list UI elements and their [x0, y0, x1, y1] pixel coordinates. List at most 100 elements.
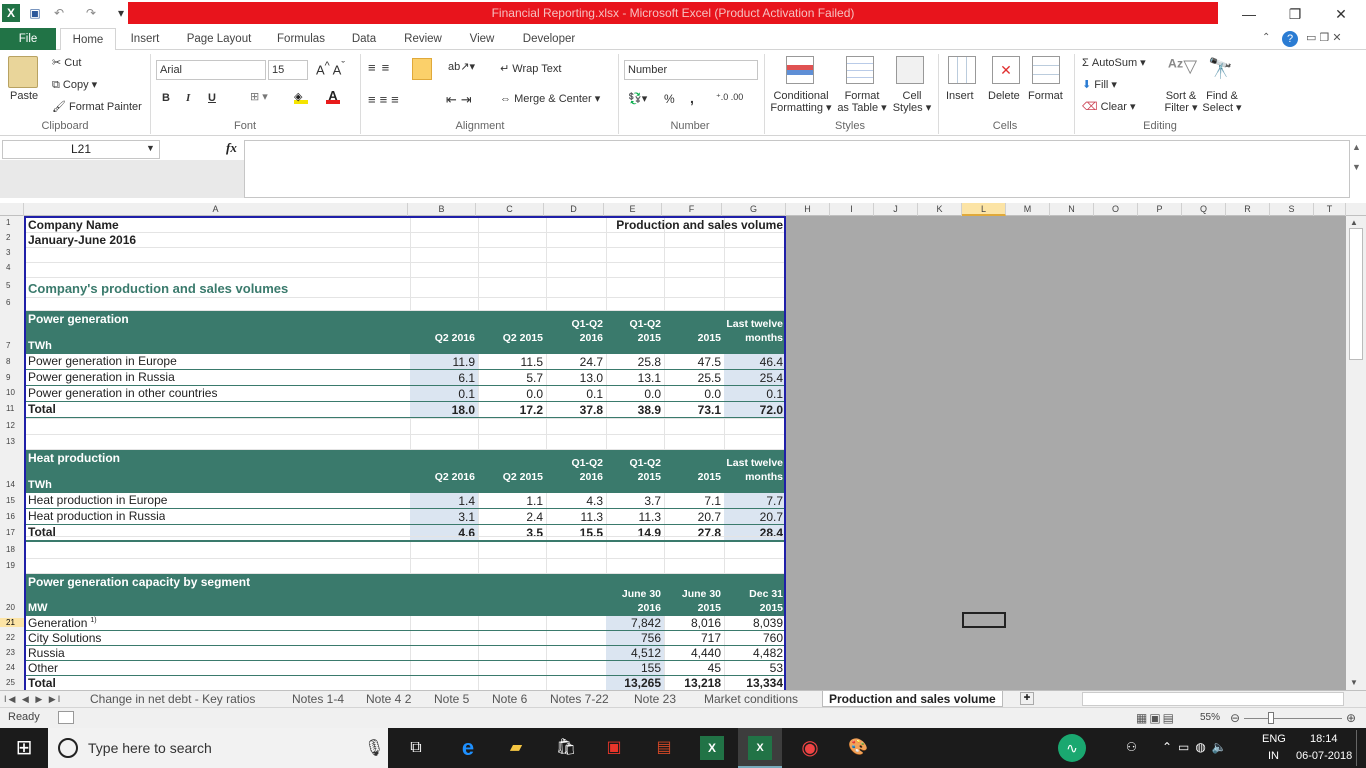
bold-button[interactable]: B — [162, 92, 170, 104]
heat-value[interactable]: 4.3 — [546, 493, 606, 509]
zoom-out-icon[interactable]: ⊖ — [1230, 711, 1240, 725]
bottom-align-icon[interactable] — [412, 58, 432, 80]
heat-total-value[interactable]: 27.8 — [664, 525, 724, 541]
macro-record-icon[interactable] — [58, 711, 74, 724]
sheet-tab[interactable]: Notes 1-4 — [292, 691, 344, 707]
heat-row-label[interactable]: Heat production in Russia — [26, 509, 165, 523]
mail-app-icon[interactable]: ▣ — [602, 736, 626, 760]
row-header-22[interactable]: 22 — [0, 633, 20, 642]
vertical-scrollbar[interactable]: ▲ ▼ — [1346, 216, 1366, 690]
capacity-row-label[interactable]: Other — [26, 661, 58, 675]
column-header-d[interactable]: D — [544, 203, 604, 216]
tab-developer[interactable]: Developer — [514, 28, 584, 50]
font-size-dropdown[interactable]: 15 — [268, 60, 308, 80]
tab-data[interactable]: Data — [344, 28, 384, 50]
undo-icon[interactable]: ↶ — [50, 4, 68, 22]
capacity-value[interactable]: 4,482 — [724, 646, 784, 661]
font-name-dropdown[interactable]: Arial — [156, 60, 266, 80]
capacity-value[interactable]: 756 — [606, 631, 664, 646]
insert-cells-icon[interactable] — [948, 56, 976, 84]
number-format-dropdown[interactable]: Number — [624, 60, 758, 80]
heat-value[interactable]: 11.3 — [546, 509, 606, 525]
formula-input[interactable] — [244, 140, 1350, 198]
people-icon[interactable]: ⚇ — [1126, 740, 1137, 754]
heat-row-label[interactable]: Heat production in Europe — [26, 493, 167, 507]
file-explorer-icon[interactable]: ▰ — [504, 736, 528, 760]
cut-button[interactable]: ✂ Cut — [52, 56, 81, 69]
italic-button[interactable]: I — [186, 92, 190, 104]
clock-date[interactable]: 06-07-2018 — [1296, 750, 1352, 762]
capacity-value[interactable]: 8,016 — [664, 616, 724, 631]
sheet-tab[interactable]: Note 6 — [492, 691, 527, 707]
language-indicator[interactable]: ENG — [1262, 733, 1286, 745]
borders-icon[interactable]: ⊞ ▾ — [250, 90, 268, 103]
workbook-window-controls-icon[interactable]: ▭ ❐ ✕ — [1306, 31, 1360, 44]
name-box[interactable]: L21 — [2, 140, 160, 159]
paste-button[interactable]: Paste — [10, 90, 38, 102]
column-header-t[interactable]: T — [1314, 203, 1346, 216]
power-value[interactable]: 0.1 — [546, 386, 606, 402]
delete-cells-icon[interactable]: ✕ — [992, 56, 1020, 84]
report-period[interactable]: January-June 2016 — [26, 233, 136, 247]
heat-total-value[interactable]: 3.5 — [478, 525, 546, 541]
row-header-24[interactable]: 24 — [0, 663, 20, 672]
heat-value[interactable]: 20.7 — [664, 509, 724, 525]
fill-color-icon[interactable]: ◈ — [294, 90, 308, 104]
font-color-icon[interactable]: A — [326, 88, 340, 104]
power-value[interactable]: 13.0 — [546, 370, 606, 386]
chrome-icon[interactable]: ◉ — [798, 736, 822, 760]
tab-view[interactable]: View — [460, 28, 504, 50]
capacity-value[interactable]: 4,440 — [664, 646, 724, 661]
clock-time[interactable]: 18:14 — [1310, 733, 1338, 745]
power-total-value[interactable]: 72.0 — [724, 402, 784, 418]
column-header-a[interactable]: A — [24, 203, 408, 216]
tab-insert[interactable]: Insert — [122, 28, 168, 50]
power-value[interactable]: 6.1 — [410, 370, 478, 386]
capacity-total-value[interactable]: 13,218 — [664, 676, 724, 690]
tab-review[interactable]: Review — [396, 28, 450, 50]
capacity-value[interactable]: 7,842 — [606, 616, 664, 631]
column-header-i[interactable]: I — [830, 203, 874, 216]
column-header-l[interactable]: L — [962, 203, 1006, 216]
power-value[interactable]: 0.1 — [410, 386, 478, 402]
zoom-in-icon[interactable]: ⊕ — [1346, 711, 1356, 725]
capacity-row-label[interactable]: Generation 1) — [26, 616, 97, 630]
accounting-format-icon[interactable]: 💱▾ — [628, 92, 647, 105]
column-header-q[interactable]: Q — [1182, 203, 1226, 216]
sheet-tab-active[interactable]: Production and sales volume — [822, 691, 1003, 707]
tab-home[interactable]: Home — [60, 28, 116, 51]
column-header-j[interactable]: J — [874, 203, 918, 216]
orientation-icon[interactable]: ab↗▾ — [448, 60, 475, 73]
excel-icon[interactable]: X — [700, 736, 724, 760]
power-value[interactable]: 5.7 — [478, 370, 546, 386]
row-header-19[interactable]: 19 — [0, 561, 20, 570]
redo-icon[interactable]: ↷ — [82, 4, 100, 22]
power-row-label[interactable]: Power generation in Russia — [26, 370, 175, 384]
power-total-value[interactable]: 17.2 — [478, 402, 546, 418]
row-header-20[interactable]: 20 — [0, 603, 20, 612]
scroll-down-icon[interactable]: ▼ — [1350, 678, 1358, 687]
row-header-6[interactable]: 6 — [0, 298, 20, 307]
task-view-icon[interactable]: ⧉ — [404, 736, 428, 760]
format-cells-button[interactable]: Format — [1028, 90, 1063, 102]
power-total-label[interactable]: Total — [26, 402, 56, 416]
paint-icon[interactable]: 🎨 — [846, 736, 870, 760]
clear-button[interactable]: ⌫ Clear ▾ — [1082, 100, 1136, 113]
power-value[interactable]: 25.4 — [724, 370, 784, 386]
store-icon[interactable]: 🛍 — [554, 736, 578, 760]
autosum-button[interactable]: Σ AutoSum ▾ — [1082, 56, 1146, 69]
column-header-m[interactable]: M — [1006, 203, 1050, 216]
show-desktop[interactable] — [1356, 730, 1357, 766]
sheet-tab[interactable]: Change in net debt - Key ratios — [90, 691, 255, 707]
paste-icon[interactable] — [8, 56, 38, 88]
power-value[interactable]: 0.0 — [478, 386, 546, 402]
capacity-value[interactable]: 717 — [664, 631, 724, 646]
capacity-value[interactable]: 760 — [724, 631, 784, 646]
delete-cells-button[interactable]: Delete — [988, 90, 1020, 102]
horizontal-scrollbar[interactable] — [1082, 692, 1344, 706]
column-header-k[interactable]: K — [918, 203, 962, 216]
zoom-slider-thumb[interactable] — [1268, 712, 1274, 724]
name-box-dropdown-icon[interactable]: ▼ — [146, 143, 155, 153]
cell-styles-icon[interactable] — [896, 56, 924, 84]
power-row-label[interactable]: Power generation in Europe — [26, 354, 177, 368]
